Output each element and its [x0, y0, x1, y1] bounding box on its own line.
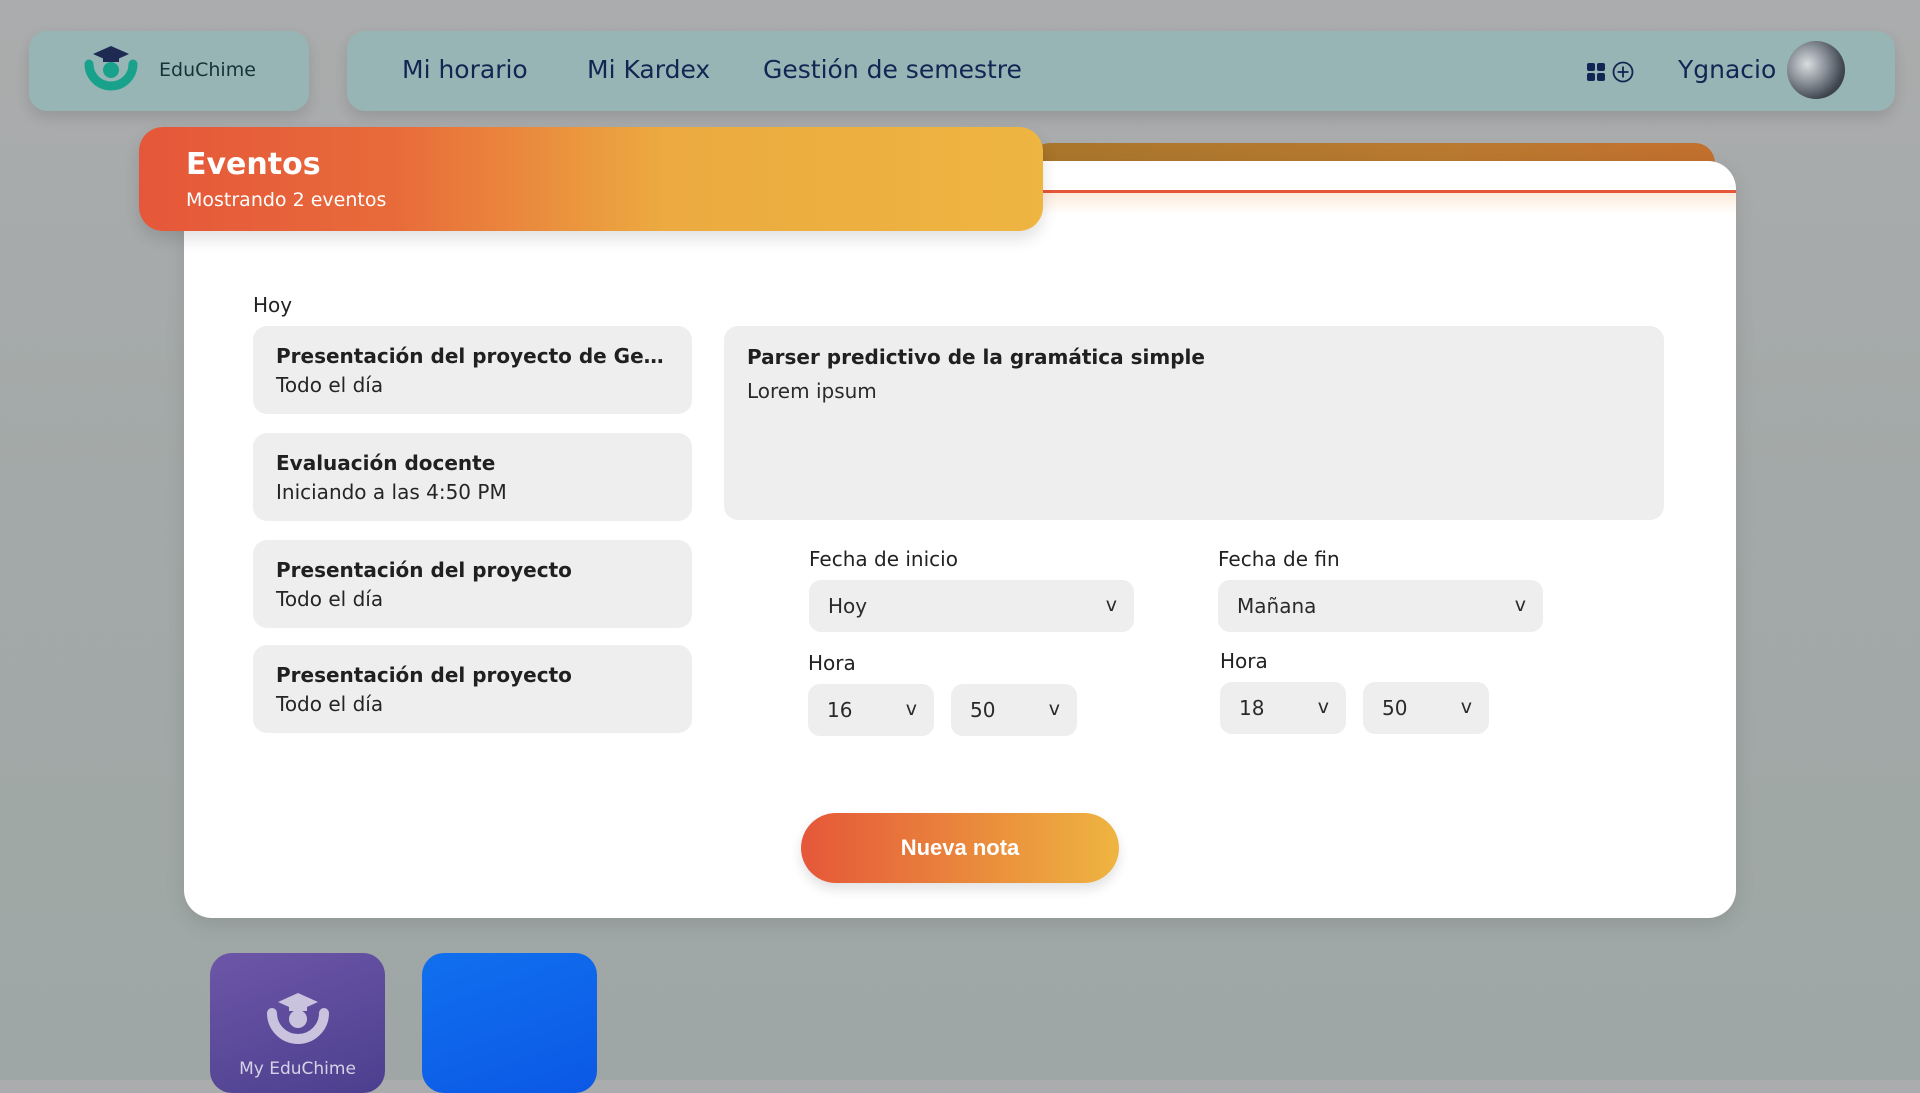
start-date-value: Hoy [828, 594, 868, 618]
user-name[interactable]: Ygnacio [1678, 55, 1776, 84]
start-hour-value: 16 [827, 698, 853, 722]
card-accent-fade [1034, 193, 1736, 215]
end-date-select[interactable]: Mañana v [1218, 580, 1543, 632]
brand-name: EduChime [159, 59, 256, 81]
start-date-label: Fecha de inicio [809, 547, 958, 571]
nav-mi-kardex[interactable]: Mi Kardex [587, 55, 710, 84]
educhime-logo-icon [267, 993, 329, 1044]
events-group-label: Hoy [253, 293, 293, 317]
chevron-down-icon: v [1514, 594, 1526, 616]
event-time: Iniciando a las 4:50 PM [276, 480, 507, 504]
start-minute-value: 50 [970, 698, 996, 722]
events-title: Eventos [186, 147, 321, 182]
event-time: Todo el día [276, 692, 384, 716]
events-card: Hoy Presentación del proyecto de Gestión… [184, 161, 1736, 918]
event-item[interactable]: Presentación del proyecto Todo el día [253, 645, 692, 733]
event-title: Evaluación docente [276, 451, 496, 475]
start-hour-select[interactable]: 16 v [808, 684, 934, 736]
chevron-down-icon: v [1317, 696, 1329, 718]
educhime-logo-icon [84, 46, 138, 91]
event-title: Presentación del proyecto [276, 663, 572, 687]
end-minute-value: 50 [1382, 696, 1408, 720]
dock-app-blue[interactable] [422, 953, 597, 1093]
chevron-down-icon: v [1105, 594, 1117, 616]
end-date-label: Fecha de fin [1218, 547, 1340, 571]
end-time-label: Hora [1220, 649, 1268, 673]
event-time: Todo el día [276, 587, 384, 611]
nav-mi-horario[interactable]: Mi horario [402, 55, 528, 84]
chevron-down-icon: v [905, 698, 917, 720]
add-circle-icon[interactable] [1611, 60, 1635, 84]
event-item[interactable]: Presentación del proyecto de Gestión de … [253, 326, 692, 414]
nav-gestion-semestre[interactable]: Gestión de semestre [763, 55, 1022, 84]
event-detail-description: Lorem ipsum [747, 379, 877, 403]
chevron-down-icon: v [1460, 696, 1472, 718]
top-navigation: Mi horario Mi Kardex Gestión de semestre… [347, 31, 1895, 111]
avatar[interactable] [1787, 41, 1845, 99]
end-date-value: Mañana [1237, 594, 1317, 618]
events-subtitle: Mostrando 2 eventos [186, 189, 387, 211]
events-header: Eventos Mostrando 2 eventos [139, 127, 1043, 231]
event-title: Presentación del proyecto de Gestión de … [276, 344, 669, 368]
end-hour-select[interactable]: 18 v [1220, 682, 1346, 734]
event-item[interactable]: Evaluación docente Iniciando a las 4:50 … [253, 433, 692, 521]
dock-app-label: My EduChime [239, 1059, 356, 1079]
brand-pill[interactable]: EduChime [29, 31, 309, 111]
event-detail-title: Parser predictivo de la gramática simple [747, 345, 1205, 369]
event-time: Todo el día [276, 373, 384, 397]
event-item[interactable]: Presentación del proyecto Todo el día [253, 540, 692, 628]
start-minute-select[interactable]: 50 v [951, 684, 1077, 736]
start-date-select[interactable]: Hoy v [809, 580, 1134, 632]
apps-grid-icon[interactable] [1585, 61, 1607, 83]
new-note-button[interactable]: Nueva nota [801, 813, 1119, 883]
event-detail[interactable]: Parser predictivo de la gramática simple… [724, 326, 1664, 520]
event-title: Presentación del proyecto [276, 558, 572, 582]
end-minute-select[interactable]: 50 v [1363, 682, 1489, 734]
start-time-label: Hora [808, 651, 856, 675]
end-hour-value: 18 [1239, 696, 1265, 720]
dock-app-my-educhime[interactable]: My EduChime [210, 953, 385, 1093]
chevron-down-icon: v [1048, 698, 1060, 720]
